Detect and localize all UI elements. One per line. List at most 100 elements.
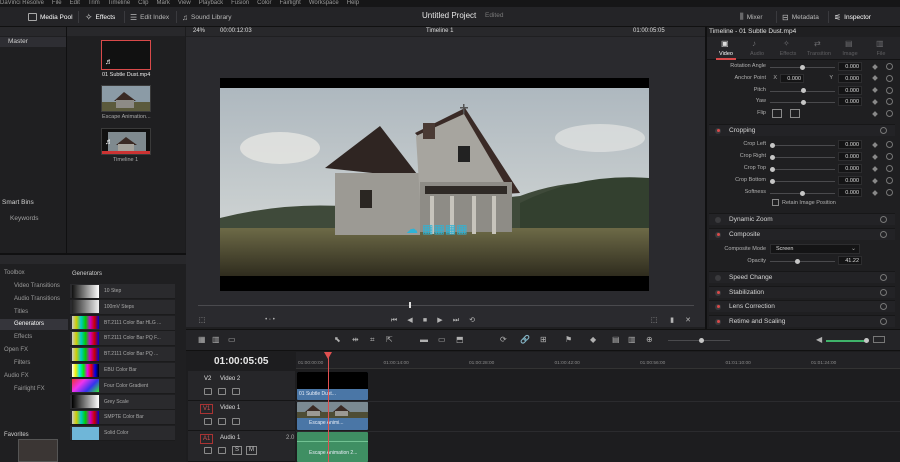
inspector-slider-track[interactable]: [770, 157, 835, 158]
fx-tree-effects[interactable]: Effects: [14, 334, 32, 340]
generator-item[interactable]: Grey Scale: [70, 394, 175, 410]
inspector-slider-track[interactable]: [770, 145, 835, 146]
reset-icon[interactable]: [886, 74, 893, 82]
bin-master-row[interactable]: Master: [0, 37, 66, 47]
lock-icon[interactable]: [204, 447, 212, 454]
track-tag-v1[interactable]: V1: [200, 404, 214, 414]
menu-view[interactable]: View: [178, 0, 191, 7]
cropping-toggle[interactable]: [715, 127, 721, 134]
inspector-slider-knob[interactable]: [770, 166, 775, 172]
anchor-x-value[interactable]: 0.000: [780, 74, 804, 83]
layout-icon[interactable]: ▥: [212, 335, 220, 344]
tab-image[interactable]: Image: [837, 51, 863, 57]
inspector-slider-track[interactable]: [770, 181, 835, 182]
retime-scaling-toggle[interactable]: [715, 318, 721, 325]
composite-mode-dropdown[interactable]: Screen ⌄: [770, 244, 860, 254]
go-to-start-icon[interactable]: ⏮: [389, 316, 399, 325]
dynamic-trim-icon[interactable]: ⌗: [370, 335, 375, 345]
edit-index-button[interactable]: ☰ Edit Index: [130, 10, 169, 24]
loop-icon[interactable]: ⟲: [467, 316, 477, 325]
reset-icon[interactable]: [880, 303, 887, 310]
linked-selection-icon[interactable]: 🔗: [520, 335, 530, 344]
menu-trim[interactable]: Trim: [88, 0, 100, 7]
section-retime-scaling[interactable]: Retime and Scaling: [709, 315, 895, 327]
generator-item[interactable]: Solid Color: [70, 426, 175, 442]
generator-item[interactable]: 10 Step: [70, 284, 175, 299]
prev-edit-icon[interactable]: ▮: [667, 316, 677, 325]
menu-app[interactable]: DaVinci Resolve: [0, 0, 44, 7]
play-reverse-icon[interactable]: ◀: [405, 316, 415, 325]
fx-tree-generators[interactable]: Generators: [14, 321, 44, 327]
fx-tree-toolbox[interactable]: Toolbox: [4, 270, 25, 276]
zoom-detail-icon[interactable]: ▥: [628, 335, 636, 344]
inspector-slider-track[interactable]: [770, 169, 835, 170]
reset-icon[interactable]: [886, 141, 893, 148]
section-dynamic-zoom[interactable]: Dynamic Zoom: [709, 213, 895, 225]
zoom-full-icon[interactable]: ▤: [612, 335, 620, 344]
viewer-timeline-name[interactable]: Timeline 1: [426, 28, 453, 34]
selection-tool-icon[interactable]: ⬉: [334, 335, 341, 344]
fx-tree-titles[interactable]: Titles: [14, 309, 28, 315]
dynamic-zoom-toggle[interactable]: [715, 216, 721, 223]
menu-edit[interactable]: Edit: [70, 0, 80, 7]
clip-subtle-dust[interactable]: 01 Subtle Dust...: [297, 372, 368, 400]
tab-audio[interactable]: Audio: [744, 51, 770, 57]
generator-item[interactable]: Four Color Gradient: [70, 378, 175, 394]
flip-horizontal-icon[interactable]: [772, 109, 782, 118]
generator-item[interactable]: BT.2111 Color Bar HLG ...: [70, 315, 175, 331]
generator-item[interactable]: EBU Color Bar: [70, 363, 175, 378]
viewer-zoom[interactable]: 24%: [193, 28, 205, 34]
fx-tree-filters[interactable]: Filters: [14, 360, 30, 366]
match-frame-icon[interactable]: ⬚: [649, 316, 659, 325]
reset-icon[interactable]: [880, 127, 887, 134]
trim-tool-icon[interactable]: ⇹: [352, 335, 359, 344]
tab-transition[interactable]: Transition: [806, 51, 832, 57]
tab-file[interactable]: File: [868, 51, 894, 57]
viewer-crop-icon[interactable]: ⬚: [196, 316, 208, 325]
volume-slider-knob[interactable]: [864, 337, 869, 343]
mixer-button[interactable]: ⫼ Mixer: [740, 10, 763, 24]
timeline-playhead[interactable]: [328, 352, 329, 462]
inspector-slider-knob[interactable]: [801, 99, 806, 105]
clip-thumb-escape-animation[interactable]: [101, 85, 151, 112]
track-enable-icon[interactable]: [232, 388, 240, 395]
solo-button[interactable]: S: [232, 446, 243, 455]
zoom-custom-icon[interactable]: ⊕: [646, 335, 653, 344]
reset-icon[interactable]: [886, 63, 893, 70]
overwrite-clip-icon[interactable]: ▭: [438, 335, 446, 344]
fx-tree-open-fx[interactable]: Open FX: [4, 347, 28, 353]
fx-tree-audio-fx[interactable]: Audio FX: [4, 373, 29, 379]
section-cropping[interactable]: Cropping: [709, 124, 895, 136]
clip-thumb-timeline[interactable]: ♬: [101, 128, 151, 155]
volume-slider-track[interactable]: [826, 340, 866, 342]
reset-icon[interactable]: [886, 189, 893, 196]
inspector-value-field[interactable]: 0.000: [838, 97, 862, 107]
position-lock-icon[interactable]: ⊞: [540, 335, 547, 344]
viewer-dot-nav[interactable]: • ◦ •: [260, 316, 280, 325]
smart-bin-keywords[interactable]: Keywords: [10, 215, 39, 222]
track-tag-a1[interactable]: A1: [200, 434, 214, 444]
menu-file[interactable]: File: [52, 0, 62, 7]
speed-change-toggle[interactable]: [715, 274, 721, 281]
opacity-slider-track[interactable]: [770, 261, 835, 262]
reset-icon[interactable]: [880, 274, 887, 281]
reset-icon[interactable]: [880, 318, 887, 325]
auto-select-icon[interactable]: [218, 418, 226, 425]
menu-fairlight[interactable]: Fairlight: [279, 0, 300, 7]
reset-icon[interactable]: [880, 231, 887, 238]
section-lens-correction[interactable]: Lens Correction: [709, 300, 895, 312]
timeline-view-icon[interactable]: ▭: [228, 335, 236, 344]
marker-icon[interactable]: ◆: [590, 335, 596, 344]
snapping-icon[interactable]: ⟳: [500, 335, 507, 344]
flip-vertical-icon[interactable]: [790, 109, 800, 118]
opacity-value[interactable]: 41.22: [838, 256, 862, 265]
inspector-value-field[interactable]: 0.000: [838, 176, 862, 185]
section-stabilization[interactable]: Stabilization: [709, 286, 895, 298]
reset-icon[interactable]: [886, 153, 893, 160]
fx-tree-fairlight-fx[interactable]: Fairlight FX: [14, 386, 45, 392]
tab-effects[interactable]: Effects: [775, 51, 801, 57]
fx-tree-audio-transitions[interactable]: Audio Transitions: [14, 296, 60, 302]
stop-icon[interactable]: ■: [420, 316, 430, 325]
speaker-icon[interactable]: ◀: [816, 335, 822, 344]
play-icon[interactable]: ▶: [435, 316, 445, 325]
